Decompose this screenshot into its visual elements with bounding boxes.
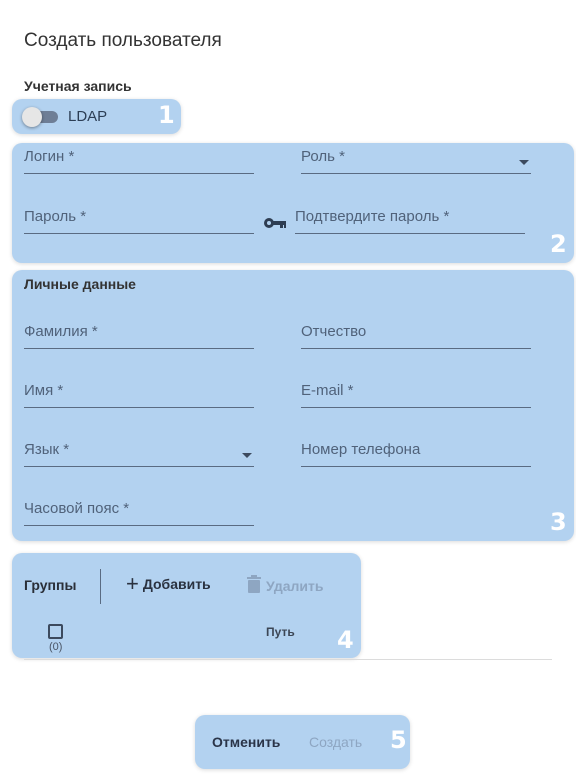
account-section-title: Учетная запись	[24, 78, 132, 94]
table-divider	[24, 659, 552, 660]
ldap-toggle[interactable]	[22, 107, 60, 127]
email-label: E-mail *	[301, 382, 354, 399]
plus-icon: +	[126, 571, 139, 596]
timezone-label: Часовой пояс *	[24, 500, 130, 517]
callout-2: 2	[550, 230, 567, 258]
add-group-button[interactable]: + Добавить	[126, 571, 211, 596]
key-icon[interactable]	[263, 216, 287, 235]
middle-name-label: Отчество	[301, 323, 367, 340]
login-field[interactable]: Логин *	[24, 144, 254, 174]
create-user-dialog: Создать пользователя Учетная запись LDAP…	[0, 0, 576, 776]
toolbar-divider	[100, 569, 101, 604]
groups-title: Группы	[24, 577, 77, 593]
select-all-checkbox-icon[interactable]	[48, 624, 63, 639]
callout-5: 5	[390, 726, 407, 754]
confirm-password-label: Подтвердите пароль *	[295, 208, 450, 225]
dropdown-caret-icon	[519, 160, 529, 165]
phone-field[interactable]: Номер телефона	[301, 437, 531, 467]
password-field[interactable]: Пароль *	[24, 204, 254, 234]
callout-4: 4	[337, 626, 354, 654]
cancel-button[interactable]: Отменить	[212, 734, 280, 750]
login-label: Логин *	[24, 148, 75, 165]
selected-count: (0)	[49, 641, 63, 653]
delete-group-button[interactable]: Удалить	[247, 575, 323, 596]
delete-group-label: Удалить	[266, 577, 324, 594]
timezone-field[interactable]: Часовой пояс *	[24, 496, 254, 526]
last-name-label: Фамилия *	[24, 323, 98, 340]
toggle-thumb	[22, 107, 42, 127]
middle-name-field[interactable]: Отчество	[301, 319, 531, 349]
password-label: Пароль *	[24, 208, 87, 225]
path-column-header[interactable]: Путь	[266, 625, 295, 639]
dropdown-caret-icon	[242, 453, 252, 458]
language-label: Язык *	[24, 441, 70, 458]
personal-section-title: Личные данные	[24, 276, 136, 292]
create-button[interactable]: Создать	[309, 734, 362, 750]
last-name-field[interactable]: Фамилия *	[24, 319, 254, 349]
phone-label: Номер телефона	[301, 441, 421, 458]
add-group-label: Добавить	[142, 576, 211, 592]
first-name-field[interactable]: Имя *	[24, 378, 254, 408]
role-select[interactable]: Роль *	[301, 144, 531, 174]
ldap-label: LDAP	[68, 108, 108, 125]
callout-1: 1	[158, 101, 175, 129]
trash-icon	[247, 575, 261, 596]
callout-3: 3	[550, 508, 567, 536]
highlight-region-groups	[12, 553, 361, 658]
role-label: Роль *	[301, 148, 345, 165]
email-field[interactable]: E-mail *	[301, 378, 531, 408]
language-select[interactable]: Язык *	[24, 437, 254, 467]
dialog-title: Создать пользователя	[24, 30, 222, 51]
confirm-password-field[interactable]: Подтвердите пароль *	[295, 204, 525, 234]
first-name-label: Имя *	[24, 382, 64, 399]
